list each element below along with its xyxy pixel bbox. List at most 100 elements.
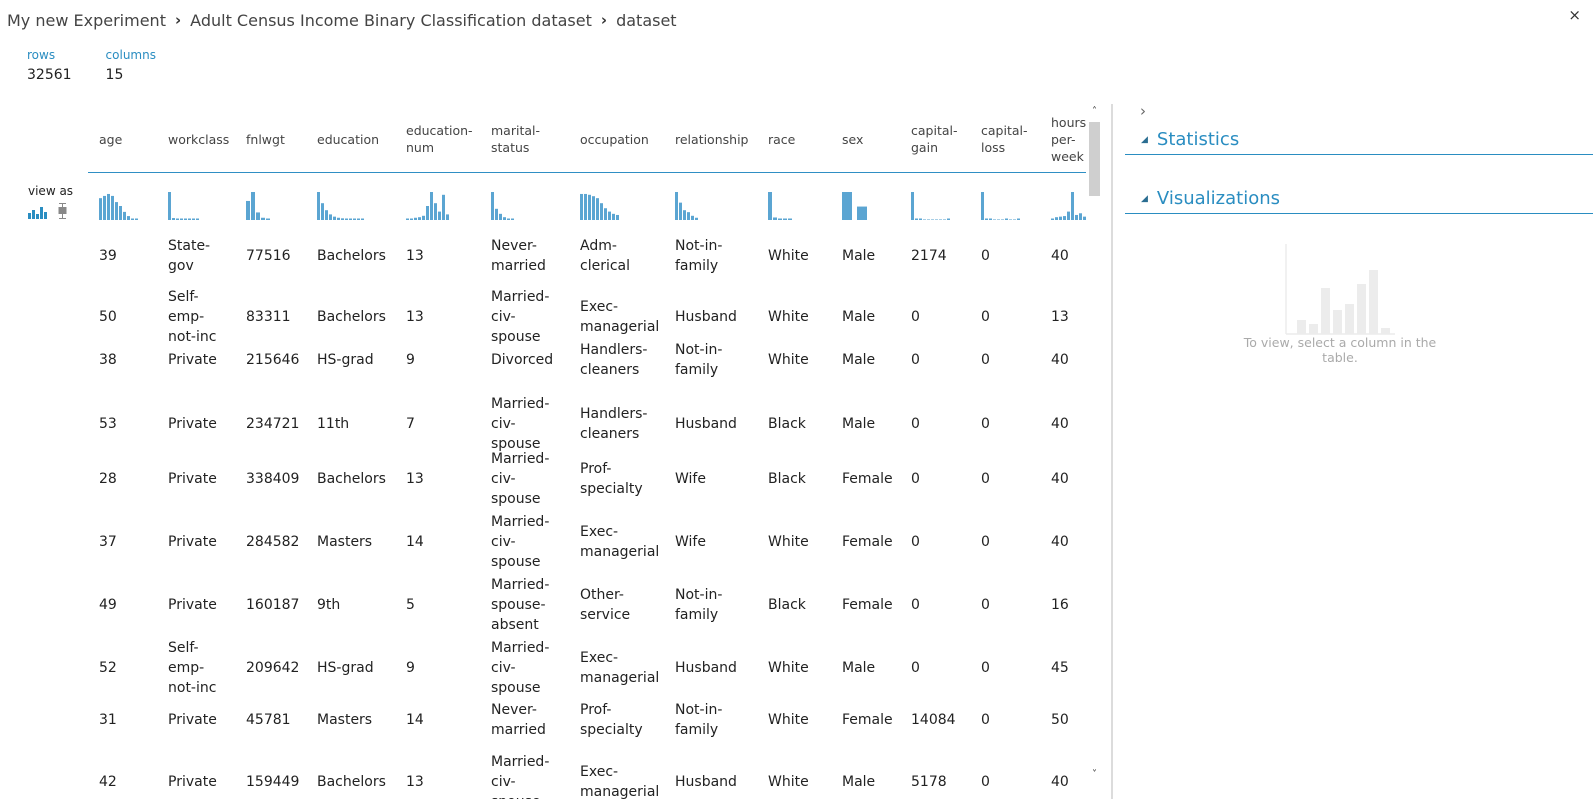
table-cell-race[interactable]: White xyxy=(768,234,809,278)
table-cell-workclass[interactable]: Private xyxy=(168,751,217,799)
histogram-relationship[interactable] xyxy=(675,190,725,224)
table-cell-education[interactable]: Bachelors xyxy=(317,751,386,799)
table-cell-occupation[interactable]: Prof-specialty xyxy=(580,700,643,740)
table-cell-occupation[interactable]: Exec-managerial xyxy=(580,751,659,799)
histogram-education[interactable] xyxy=(317,190,367,224)
table-cell-relationship[interactable]: Not-in-family xyxy=(675,234,722,278)
table-cell-education[interactable]: 11th xyxy=(317,393,349,455)
table-cell-capital-gain[interactable]: 0 xyxy=(911,393,920,455)
table-cell-workclass[interactable]: Private xyxy=(168,340,217,380)
table-cell-occupation[interactable]: Prof-specialty xyxy=(580,448,643,510)
table-cell-workclass[interactable]: Private xyxy=(168,393,217,455)
histogram-age[interactable] xyxy=(99,190,149,224)
table-vertical-scrollbar[interactable]: ˄ ˅ xyxy=(1088,106,1101,786)
table-cell-capital-loss[interactable]: 0 xyxy=(981,700,990,740)
table-cell-capital-loss[interactable]: 0 xyxy=(981,393,990,455)
histogram-sex[interactable] xyxy=(842,190,892,224)
table-cell-occupation[interactable]: Handlers-cleaners xyxy=(580,393,647,455)
table-cell-education-num[interactable]: 9 xyxy=(406,340,415,380)
table-cell-education[interactable]: Masters xyxy=(317,511,372,573)
column-header-sex[interactable]: sex xyxy=(842,106,863,172)
table-cell-education[interactable]: Bachelors xyxy=(317,234,386,278)
table-cell-sex[interactable]: Female xyxy=(842,511,893,573)
table-cell-occupation[interactable]: Exec-managerial xyxy=(580,637,659,699)
table-cell-capital-gain[interactable]: 14084 xyxy=(911,700,956,740)
table-cell-education[interactable]: Bachelors xyxy=(317,448,386,510)
table-cell-education-num[interactable]: 13 xyxy=(406,751,424,799)
scroll-up-icon[interactable]: ˄ xyxy=(1088,106,1101,120)
table-cell-sex[interactable]: Female xyxy=(842,448,893,510)
table-cell-age[interactable]: 49 xyxy=(99,574,117,636)
histogram-capital-gain[interactable] xyxy=(911,190,961,224)
column-header-relationship[interactable]: relationship xyxy=(675,106,748,172)
table-cell-race[interactable]: White xyxy=(768,340,809,380)
column-header-race[interactable]: race xyxy=(768,106,795,172)
table-cell-race[interactable]: Black xyxy=(768,574,806,636)
panel-splitter[interactable] xyxy=(1111,104,1113,799)
table-cell-education-num[interactable]: 14 xyxy=(406,700,424,740)
breadcrumb-experiment[interactable]: My new Experiment xyxy=(7,11,166,30)
table-cell-sex[interactable]: Male xyxy=(842,286,875,348)
statistics-section-header[interactable]: ◢ Statistics xyxy=(1125,125,1593,155)
table-cell-education[interactable]: HS-grad xyxy=(317,637,374,699)
table-cell-capital-loss[interactable]: 0 xyxy=(981,751,990,799)
table-cell-workclass[interactable]: Private xyxy=(168,700,217,740)
column-header-capital-loss[interactable]: capital-loss xyxy=(981,106,1027,172)
table-cell-sex[interactable]: Female xyxy=(842,574,893,636)
table-cell-race[interactable]: White xyxy=(768,286,809,348)
table-cell-capital-loss[interactable]: 0 xyxy=(981,448,990,510)
table-cell-age[interactable]: 31 xyxy=(99,700,117,740)
table-cell-sex[interactable]: Male xyxy=(842,340,875,380)
close-icon[interactable]: × xyxy=(1568,6,1581,24)
table-cell-fnlwgt[interactable]: 284582 xyxy=(246,511,299,573)
table-cell-capital-gain[interactable]: 5178 xyxy=(911,751,947,799)
table-cell-education-num[interactable]: 5 xyxy=(406,574,415,636)
table-cell-age[interactable]: 52 xyxy=(99,637,117,699)
histogram-occupation[interactable] xyxy=(580,190,630,224)
table-cell-education-num[interactable]: 7 xyxy=(406,393,415,455)
table-cell-occupation[interactable]: Other-service xyxy=(580,574,630,636)
table-cell-hours-per-week[interactable]: 40 xyxy=(1051,751,1069,799)
table-cell-marital-status[interactable]: Married-civ-spouse xyxy=(491,511,549,573)
table-cell-workclass[interactable]: Private xyxy=(168,511,217,573)
table-cell-capital-loss[interactable]: 0 xyxy=(981,286,990,348)
table-cell-workclass[interactable]: Private xyxy=(168,574,217,636)
table-cell-education[interactable]: HS-grad xyxy=(317,340,374,380)
column-header-workclass[interactable]: workclass xyxy=(168,106,229,172)
table-cell-education[interactable]: Bachelors xyxy=(317,286,386,348)
table-cell-fnlwgt[interactable]: 77516 xyxy=(246,234,291,278)
table-cell-race[interactable]: White xyxy=(768,751,809,799)
table-cell-hours-per-week[interactable]: 16 xyxy=(1051,574,1069,636)
table-cell-capital-loss[interactable]: 0 xyxy=(981,511,990,573)
table-cell-occupation[interactable]: Adm-clerical xyxy=(580,234,630,278)
table-cell-age[interactable]: 50 xyxy=(99,286,117,348)
table-cell-age[interactable]: 39 xyxy=(99,234,117,278)
boxplot-icon[interactable] xyxy=(57,203,68,219)
table-cell-capital-gain[interactable]: 0 xyxy=(911,448,920,510)
column-header-fnlwgt[interactable]: fnlwgt xyxy=(246,106,285,172)
table-cell-race[interactable]: Black xyxy=(768,393,806,455)
table-cell-hours-per-week[interactable]: 45 xyxy=(1051,637,1069,699)
column-header-hours-per-week[interactable]: hours-per-week xyxy=(1051,106,1086,172)
table-cell-race[interactable]: White xyxy=(768,700,809,740)
table-cell-marital-status[interactable]: Never-married xyxy=(491,700,546,740)
histogram-fnlwgt[interactable] xyxy=(246,190,296,224)
table-cell-education-num[interactable]: 13 xyxy=(406,448,424,510)
table-cell-education-num[interactable]: 13 xyxy=(406,286,424,348)
histogram-workclass[interactable] xyxy=(168,190,218,224)
table-cell-hours-per-week[interactable]: 40 xyxy=(1051,448,1069,510)
table-cell-race[interactable]: White xyxy=(768,637,809,699)
table-cell-workclass[interactable]: Private xyxy=(168,448,217,510)
column-header-capital-gain[interactable]: capital-gain xyxy=(911,106,957,172)
breadcrumb-dataset-module[interactable]: Adult Census Income Binary Classificatio… xyxy=(190,11,592,30)
table-cell-sex[interactable]: Male xyxy=(842,637,875,699)
table-cell-marital-status[interactable]: Married-civ-spouse xyxy=(491,393,549,455)
histogram-capital-loss[interactable] xyxy=(981,190,1031,224)
table-cell-fnlwgt[interactable]: 83311 xyxy=(246,286,291,348)
column-header-age[interactable]: age xyxy=(99,106,122,172)
table-cell-fnlwgt[interactable]: 215646 xyxy=(246,340,299,380)
table-cell-capital-gain[interactable]: 2174 xyxy=(911,234,947,278)
table-cell-fnlwgt[interactable]: 234721 xyxy=(246,393,299,455)
table-cell-relationship[interactable]: Husband xyxy=(675,637,737,699)
table-cell-relationship[interactable]: Wife xyxy=(675,448,706,510)
